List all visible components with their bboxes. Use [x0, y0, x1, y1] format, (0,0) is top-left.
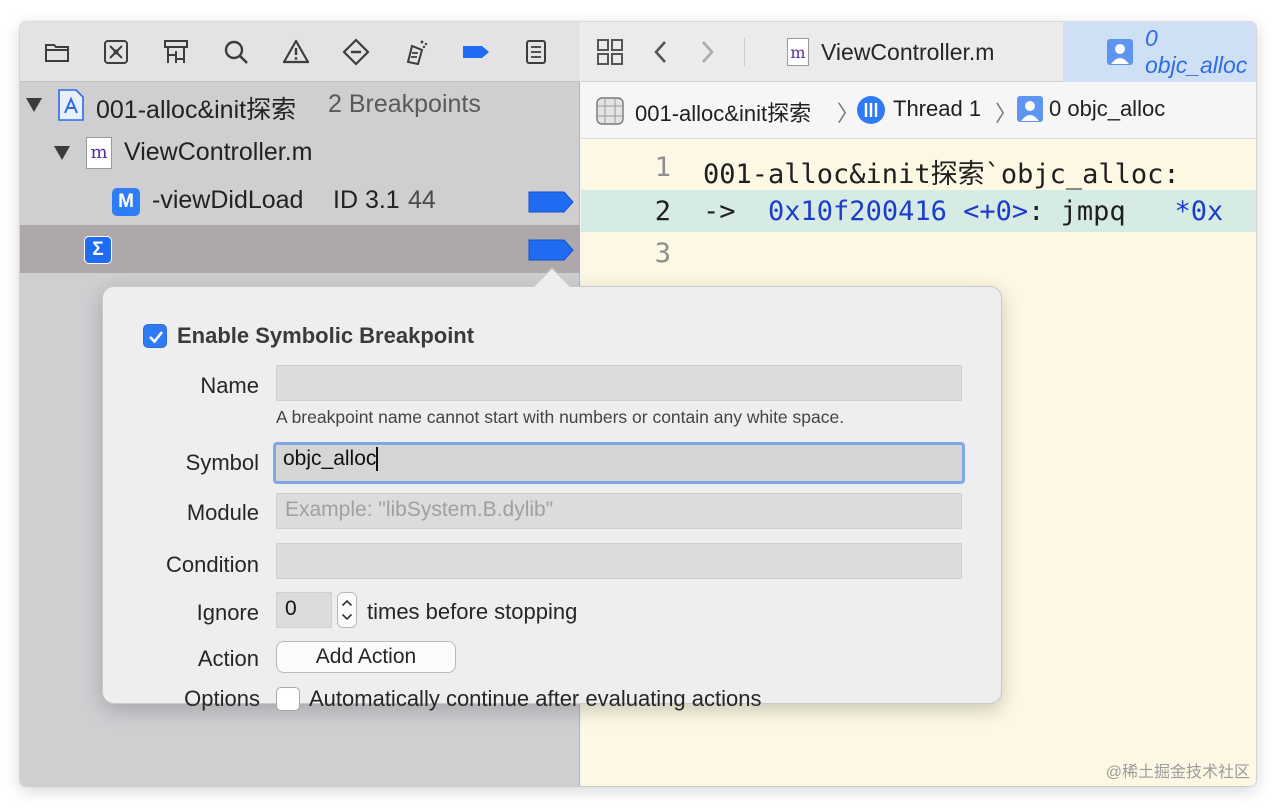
- enable-breakpoint-checkbox[interactable]: [143, 324, 167, 348]
- module-field[interactable]: Example: "libSystem.B.dylib": [276, 493, 962, 529]
- code-line[interactable]: 1 001-alloc&init探索`objc_alloc:: [581, 146, 1256, 190]
- ignore-label: Ignore: [196, 600, 259, 625]
- ignore-count-field[interactable]: 0: [276, 592, 332, 628]
- code-line[interactable]: 3: [581, 232, 1256, 274]
- method-breakpoint-row[interactable]: M -viewDidLoad ID 3.1 44: [20, 177, 580, 225]
- file-name: ViewController.m: [124, 138, 313, 166]
- line-number: 3: [654, 238, 671, 269]
- condition-field[interactable]: [276, 543, 962, 579]
- breadcrumb-chevron-icon: 〉: [995, 101, 1018, 126]
- code-text: -> 0x10f200416 <+0>: jmpq *0x: [703, 196, 1223, 227]
- method-badge-icon: M: [112, 188, 140, 216]
- auto-continue-checkbox[interactable]: [276, 687, 300, 711]
- objc-file-icon: m: [787, 38, 809, 66]
- stack-frame-icon: [1017, 96, 1043, 122]
- line-number: 44: [408, 186, 436, 214]
- module-label: Module: [186, 500, 259, 525]
- breakpoint-editor-popover: Enable Symbolic Breakpoint Name A breakp…: [102, 267, 1002, 711]
- source-control-icon[interactable]: [101, 37, 131, 67]
- related-items-grid-icon[interactable]: [595, 37, 625, 67]
- project-file-icon: [58, 89, 84, 121]
- project-target-icon: [595, 96, 625, 126]
- breakpoint-flag-icon[interactable]: [528, 191, 574, 213]
- symbolic-badge-icon: Σ: [84, 236, 112, 264]
- tab-label: 0 objc_alloc: [1145, 25, 1248, 78]
- disclosure-triangle-icon[interactable]: [26, 98, 42, 112]
- issue-warning-icon[interactable]: [281, 37, 311, 67]
- symbol-label: Symbol: [185, 450, 259, 475]
- breakpoint-count: 2 Breakpoints: [328, 90, 481, 118]
- folder-icon[interactable]: [42, 37, 72, 67]
- name-help-text: A breakpoint name cannot start with numb…: [276, 407, 845, 427]
- breakpoint-icon[interactable]: [461, 37, 491, 67]
- symbol-value: objc_alloc: [283, 447, 377, 470]
- instruction: : jmpq: [1028, 196, 1175, 227]
- add-action-button[interactable]: Add Action: [276, 641, 456, 673]
- breadcrumb-frame[interactable]: 0 objc_alloc: [1049, 96, 1165, 122]
- tab-label: ViewController.m: [821, 38, 995, 65]
- breadcrumb-thread[interactable]: Thread 1: [893, 96, 981, 122]
- jump-bar: 001-alloc&init探索 〉 Thread 1 〉 0 objc_all…: [581, 82, 1256, 139]
- navigator-toolbar: [20, 22, 580, 82]
- report-icon[interactable]: [521, 37, 551, 67]
- tab-divider: [744, 38, 745, 66]
- disclosure-triangle-icon[interactable]: [54, 146, 70, 160]
- method-name: -viewDidLoad: [152, 186, 304, 214]
- breadcrumb-chevron-icon: 〉: [837, 101, 860, 126]
- name-label: Name: [200, 373, 259, 398]
- project-name: 001-alloc&init探索: [96, 96, 297, 124]
- operand: *0x: [1174, 196, 1224, 227]
- ignore-stepper[interactable]: [337, 592, 357, 628]
- xcode-window: 001-alloc&init探索 2 Breakpoints m ViewCon…: [20, 22, 1256, 786]
- auto-continue-label: Automatically continue after evaluating …: [309, 686, 762, 711]
- instruction-address: 0x10f200416: [768, 196, 947, 227]
- test-icon[interactable]: [341, 37, 371, 67]
- tab-objc-alloc[interactable]: 0 objc_alloc: [1063, 22, 1256, 82]
- objc-file-icon: m: [86, 137, 112, 169]
- file-row[interactable]: m ViewController.m: [20, 129, 580, 177]
- breadcrumb-project[interactable]: 001-alloc&init探索: [635, 96, 811, 128]
- name-field[interactable]: [276, 365, 962, 401]
- line-number: 2: [654, 196, 671, 227]
- condition-label: Condition: [166, 552, 259, 577]
- back-chevron-icon[interactable]: [649, 37, 673, 67]
- forward-chevron-icon[interactable]: [695, 37, 719, 67]
- code-line-current[interactable]: 2 -> 0x10f200416 <+0>: jmpq *0x: [581, 190, 1256, 232]
- line-number: 1: [654, 152, 671, 183]
- symbol-field[interactable]: objc_alloc: [273, 442, 965, 484]
- pc-arrow: ->: [703, 196, 769, 227]
- symbolic-breakpoint-row[interactable]: Σ: [20, 225, 580, 273]
- stack-frame-icon: [1107, 39, 1133, 65]
- action-label: Action: [197, 646, 259, 671]
- code-text: 001-alloc&init探索`objc_alloc:: [703, 159, 1180, 190]
- options-label: Options: [184, 686, 260, 711]
- enable-breakpoint-label: Enable Symbolic Breakpoint: [177, 323, 475, 348]
- text-cursor: [376, 447, 379, 472]
- breakpoint-flag-icon[interactable]: [528, 239, 574, 261]
- search-icon[interactable]: [221, 37, 251, 67]
- breakpoint-id: ID 3.1: [333, 186, 400, 214]
- thread-icon: [857, 96, 885, 124]
- symbol-icon[interactable]: [161, 37, 191, 67]
- tab-viewcontroller[interactable]: m ViewController.m: [787, 22, 1063, 82]
- instruction-offset: <+0>: [946, 196, 1029, 227]
- ignore-suffix-text: times before stopping: [367, 599, 578, 624]
- project-row[interactable]: 001-alloc&init探索 2 Breakpoints: [20, 81, 580, 129]
- debug-icon[interactable]: [401, 37, 431, 67]
- editor-tab-bar: m ViewController.m 0 objc_alloc: [581, 22, 1256, 82]
- watermark: @稀土掘金技术社区: [1105, 764, 1250, 781]
